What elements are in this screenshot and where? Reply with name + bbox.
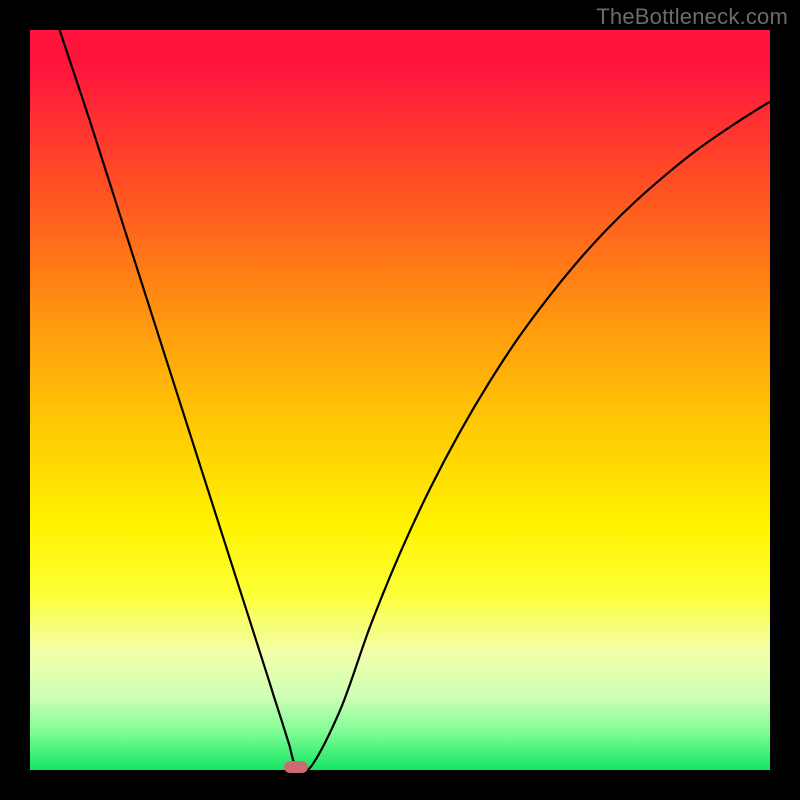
- optimal-marker: [284, 761, 308, 773]
- bottleneck-curve: [30, 30, 770, 770]
- chart-plot-area: [30, 30, 770, 770]
- curve-path: [60, 30, 770, 770]
- watermark-text: TheBottleneck.com: [596, 4, 788, 30]
- chart-frame: TheBottleneck.com: [0, 0, 800, 800]
